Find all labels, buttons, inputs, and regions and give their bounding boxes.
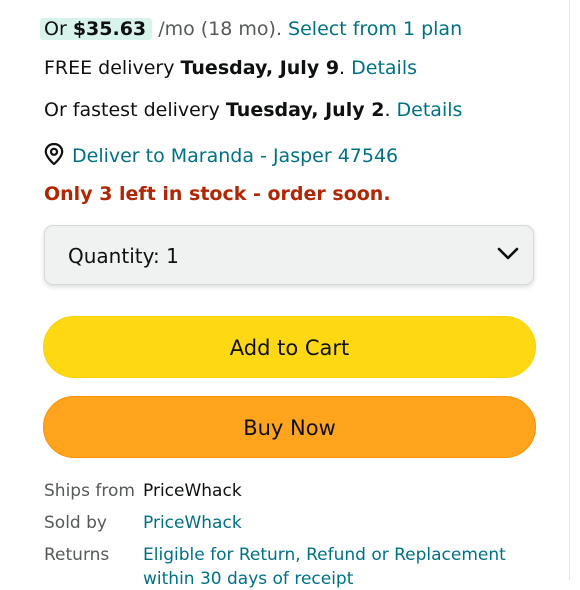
quantity-value: 1: [166, 244, 179, 268]
location-pin-icon: [44, 142, 64, 171]
free-delivery-date: Tuesday, July 9: [180, 57, 340, 79]
fast-delivery-details-link[interactable]: Details: [397, 99, 463, 121]
returns-link-line2[interactable]: within 30 days of receipt: [143, 568, 353, 590]
fast-delivery-row: Or fastest delivery Tuesday, July 2. Det…: [44, 99, 463, 121]
buy-now-button[interactable]: Buy Now: [43, 396, 536, 458]
ships-from-value: PriceWhack: [143, 481, 242, 501]
installment-amount: $35.63: [72, 18, 147, 40]
sold-by-link[interactable]: PriceWhack: [143, 512, 242, 534]
chevron-down-icon: [497, 246, 519, 266]
deliver-to-link[interactable]: Deliver to Maranda - Jasper 47546: [72, 145, 398, 167]
installment-term: /mo (18 mo).: [158, 18, 282, 40]
installment-row: Or $35.63 /mo (18 mo). Select from 1 pla…: [40, 17, 462, 41]
ships-from-label: Ships from: [44, 481, 135, 501]
free-delivery-details-link[interactable]: Details: [351, 57, 417, 79]
sold-by-label: Sold by: [44, 513, 107, 533]
stock-status: Only 3 left in stock - order soon.: [44, 183, 391, 205]
add-to-cart-button[interactable]: Add to Cart: [43, 316, 536, 378]
returns-link-line1[interactable]: Eligible for Return, Refund or Replaceme…: [143, 544, 506, 566]
free-delivery-prefix: FREE delivery: [44, 57, 175, 79]
select-plan-link[interactable]: Select from 1 plan: [288, 18, 462, 40]
quantity-label: Quantity:: [68, 244, 160, 268]
returns-label: Returns: [44, 545, 110, 565]
deliver-to-row[interactable]: Deliver to Maranda - Jasper 47546: [44, 142, 398, 171]
fast-delivery-prefix: Or fastest delivery: [44, 99, 220, 121]
quantity-dropdown[interactable]: Quantity: 1: [44, 225, 534, 285]
free-delivery-row: FREE delivery Tuesday, July 9. Details: [44, 57, 418, 79]
fast-delivery-date: Tuesday, July 2: [225, 99, 385, 121]
installment-price-badge: Or $35.63: [40, 18, 153, 40]
quantity-label-group: Quantity: 1: [68, 244, 179, 268]
installment-prefix: Or: [44, 18, 67, 40]
panel-border: [569, 0, 570, 580]
